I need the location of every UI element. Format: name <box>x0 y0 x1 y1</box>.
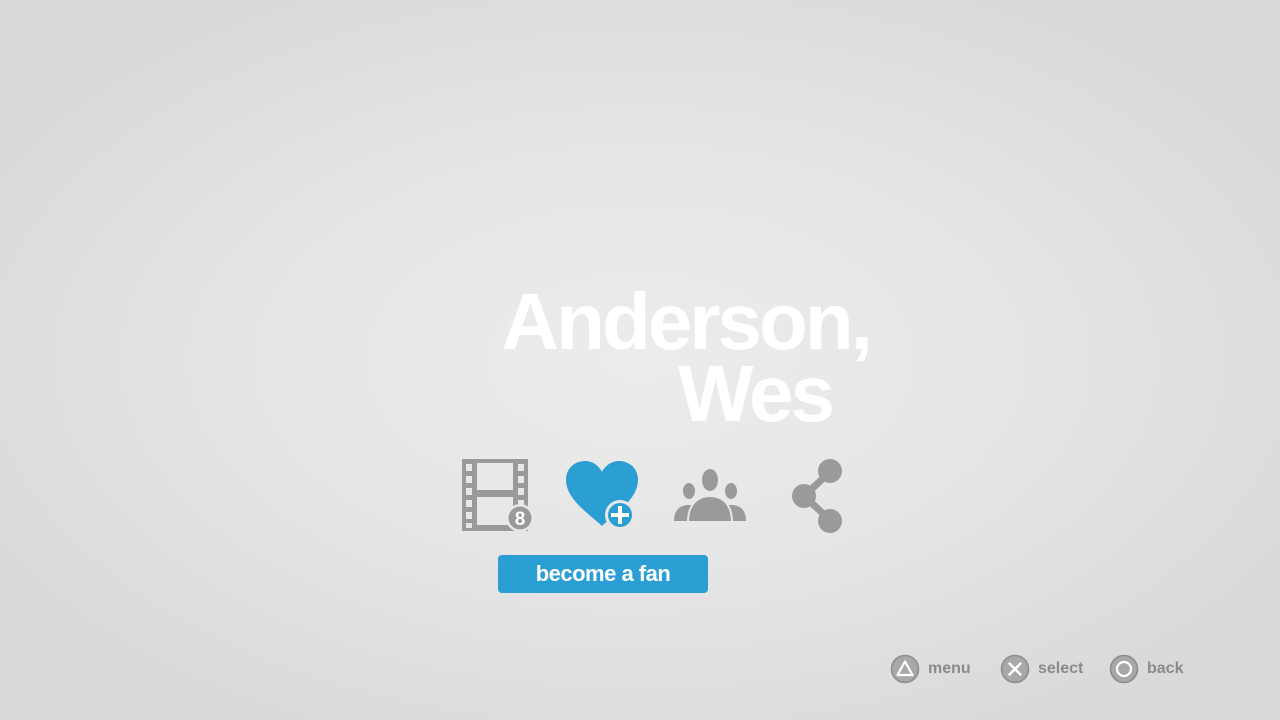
become-fan-button[interactable]: become a fan <box>498 555 708 593</box>
circle-button-icon <box>1109 654 1139 684</box>
triangle-button-icon <box>890 654 920 684</box>
heart-plus-icon[interactable] <box>562 458 646 532</box>
group-icon[interactable] <box>670 464 750 524</box>
select-hint-label: select <box>1038 660 1084 677</box>
share-icon[interactable] <box>788 456 848 536</box>
filmography-badge: 8 <box>515 509 526 530</box>
select-hint[interactable]: select <box>1000 654 1083 684</box>
back-hint[interactable]: back <box>1109 654 1183 684</box>
menu-hint[interactable]: menu <box>890 654 971 684</box>
menu-hint-label: menu <box>928 660 971 677</box>
back-hint-label: back <box>1147 660 1184 677</box>
cross-button-icon <box>1000 654 1030 684</box>
artist-name: Anderson, Wes <box>440 277 873 438</box>
artist-name-line1: Anderson, <box>501 277 873 366</box>
film-strip-icon[interactable]: 8 <box>458 457 538 535</box>
artist-name-line2: Wes <box>677 349 835 438</box>
